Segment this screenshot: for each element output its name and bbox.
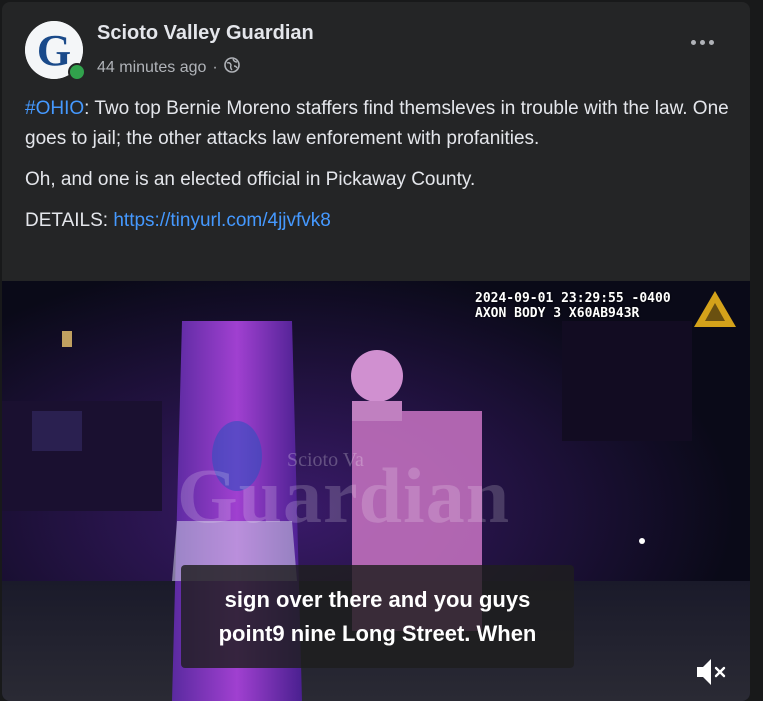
svg-text:G: G xyxy=(37,26,71,75)
more-options-icon[interactable] xyxy=(684,32,720,52)
meta-separator: · xyxy=(212,58,218,76)
online-status-dot xyxy=(68,63,86,81)
bodycam-timestamp: 2024-09-01 23:29:55 -0400 AXON BODY 3 X6… xyxy=(475,291,671,321)
post-paragraph-3: DETAILS: https://tinyurl.com/4jjvfvk8 xyxy=(25,206,730,236)
post-header: G Scioto Valley Guardian 44 minutes ago … xyxy=(2,2,750,90)
details-link[interactable]: https://tinyurl.com/4jjvfvk8 xyxy=(113,210,331,231)
timestamp-line-2: AXON BODY 3 X60AB943R xyxy=(475,306,640,321)
post-meta: 44 minutes ago · xyxy=(97,57,240,78)
video-player[interactable]: 2024-09-01 23:29:55 -0400 AXON BODY 3 X6… xyxy=(2,281,750,701)
page-name-link[interactable]: Scioto Valley Guardian xyxy=(97,22,314,45)
post-paragraph-1: #OHIO: Two top Bernie Moreno staffers fi… xyxy=(25,94,730,154)
watermark-text: Guardian xyxy=(177,452,511,539)
post-text: #OHIO: Two top Bernie Moreno staffers fi… xyxy=(25,94,730,247)
details-label: DETAILS: xyxy=(25,210,114,231)
timestamp-line-1: 2024-09-01 23:29:55 -0400 xyxy=(475,291,671,306)
volume-muted-icon[interactable] xyxy=(693,656,729,688)
video-caption: sign over there and you guys point9 nine… xyxy=(181,565,574,668)
post-time[interactable]: 44 minutes ago xyxy=(97,59,206,77)
caption-line-2: point9 nine Long Street. When xyxy=(218,620,537,646)
globe-icon xyxy=(223,57,240,78)
axon-logo-icon xyxy=(694,291,736,327)
post-card: G Scioto Valley Guardian 44 minutes ago … xyxy=(2,2,750,701)
paragraph-1-text: : Two top Bernie Moreno staffers find th… xyxy=(25,98,729,149)
hashtag-link[interactable]: #OHIO xyxy=(25,98,84,119)
caption-line-1: sign over there and you guys xyxy=(224,586,531,612)
post-paragraph-2: Oh, and one is an elected official in Pi… xyxy=(25,169,476,190)
